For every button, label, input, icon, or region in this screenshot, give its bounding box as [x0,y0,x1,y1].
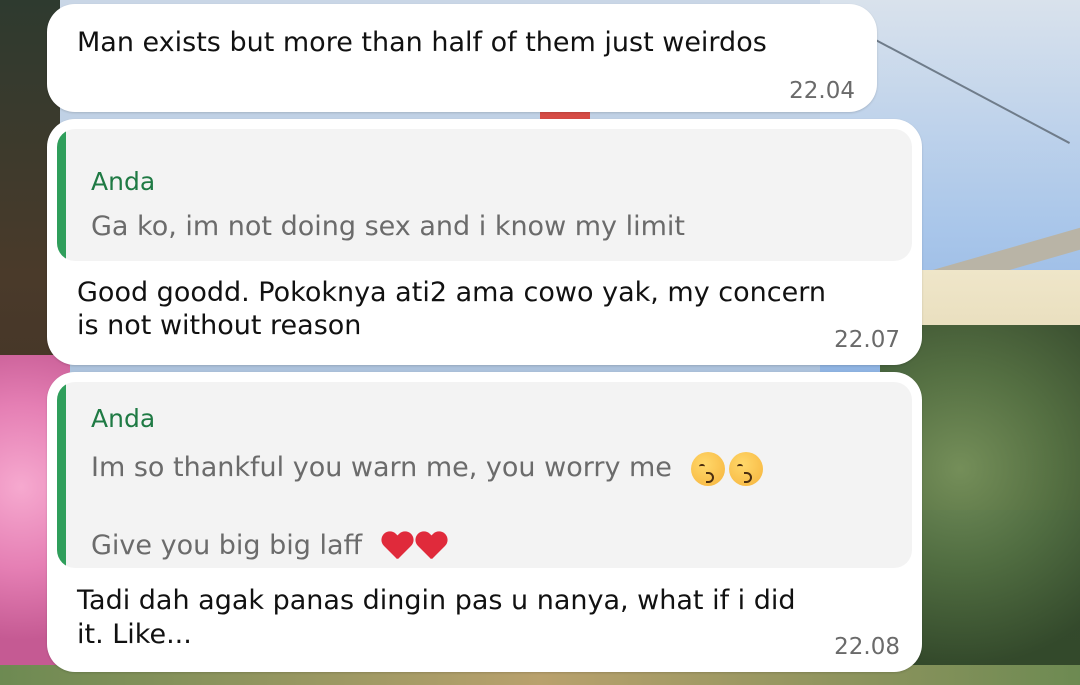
quoted-reply[interactable]: Anda Ga ko, im not doing sex and i know … [57,129,912,261]
quote-text: Im so thankful you warn me, you worry me [91,452,672,483]
kissing-face-emoji [728,451,763,486]
message-text-line: Tadi dah agak panas dingin pas u nanya, … [77,585,796,616]
quote-text-line: Im so thankful you warn me, you worry me [91,448,892,487]
message-time: 22.07 [834,327,900,353]
quote-author: Anda [91,404,156,433]
red-heart-emoji [415,532,447,562]
kissing-face-emoji [690,451,725,486]
quote-accent-bar [57,382,66,568]
message-bubble[interactable]: Anda Im so thankful you warn me, you wor… [47,372,922,672]
quote-text: Ga ko, im not doing sex and i know my li… [91,211,685,242]
quote-accent-bar [57,129,66,261]
message-text-line: is not without reason [77,310,362,341]
quote-text-line: Give you big big laff [91,526,892,565]
quoted-reply[interactable]: Anda Im so thankful you warn me, you wor… [57,382,912,568]
quote-text: Give you big big laff [91,530,363,561]
message-bubble[interactable]: Anda Ga ko, im not doing sex and i know … [47,119,922,365]
message-text-line: Good goodd. Pokoknya ati2 ama cowo yak, … [77,277,826,308]
message-text-line: it. Like... [77,619,192,650]
message-bubble[interactable]: Man exists but more than half of them ju… [47,4,877,112]
quote-author: Anda [91,167,156,196]
message-text: Man exists but more than half of them ju… [77,27,767,58]
message-time: 22.04 [789,78,855,104]
message-time: 22.08 [834,634,900,660]
red-heart-emoji [381,532,413,562]
